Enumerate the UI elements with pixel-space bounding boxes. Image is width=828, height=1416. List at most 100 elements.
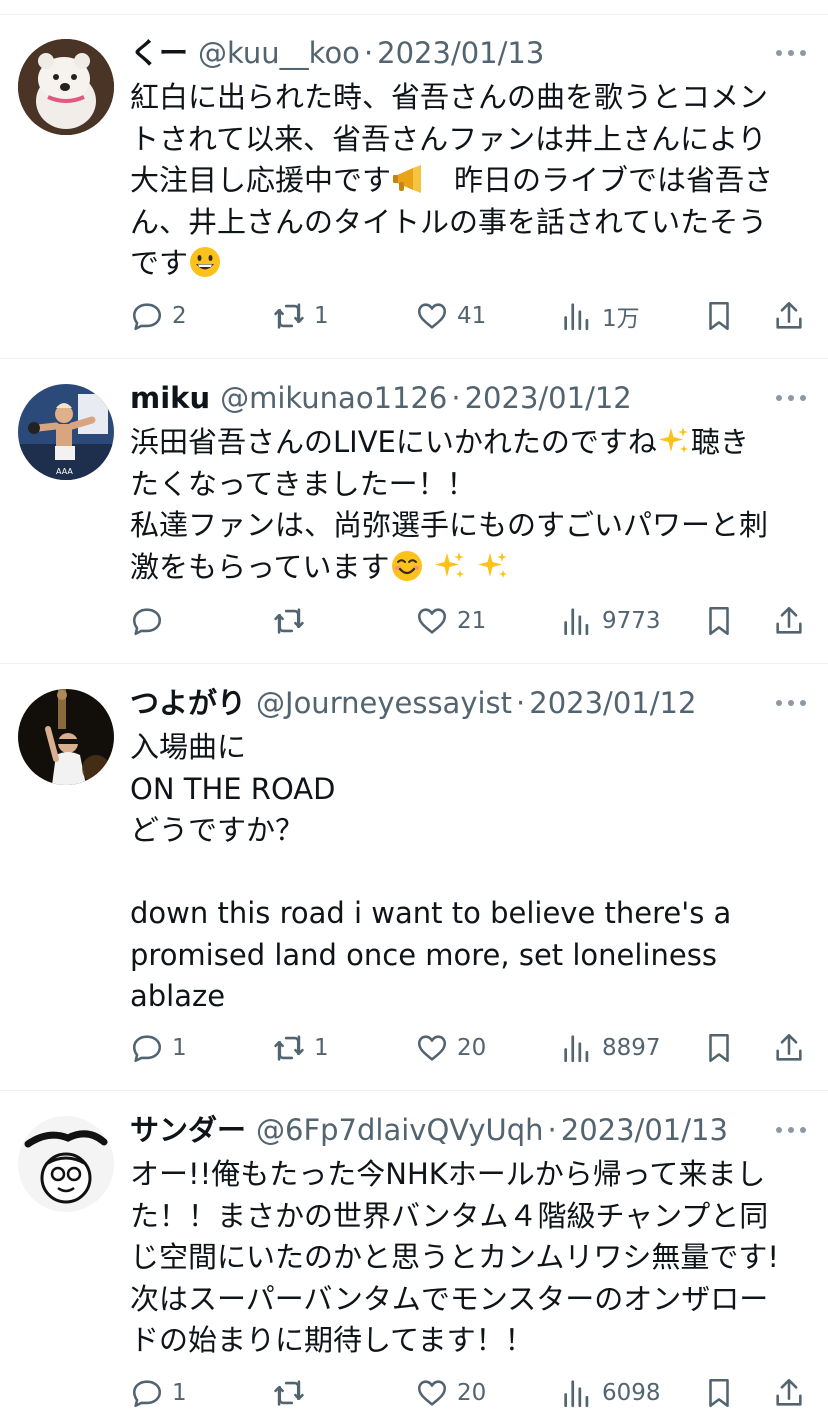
share-button[interactable] [772,601,806,641]
text-line: です [130,246,189,280]
grinning-face-icon [190,247,221,277]
text-line: ドの始まりに期待してます！！ [130,1323,534,1357]
text-line: じ空間にいたのかと思うとカンムリワシ無量です! [130,1240,780,1274]
tweet-mikunao1126[interactable]: AAA miku @mikunao1126 · 2023/01/12 浜田省吾さ… [0,360,828,664]
display-name[interactable]: miku [130,378,210,418]
reply-count: 1 [172,1035,187,1061]
avatar[interactable] [18,689,114,785]
like-button[interactable]: 20 [415,1373,486,1413]
reply-icon [132,608,162,636]
like-count: 20 [457,1380,487,1406]
more-icon[interactable] [776,697,806,709]
text-line: 激をもらっています [130,549,390,584]
text-line: た！！まさかの世界バンタム４階級チャンプと同 [130,1198,769,1233]
like-count: 20 [457,1035,487,1061]
tweet-actions: 21 9773 [0,601,828,641]
text-line: 私達ファンは、尚弥選手にものすごいパワーと刺 [130,508,769,542]
tweet-kuu-koo[interactable]: くー @kuu__koo · 2023/01/13 紅白に出られた時、省吾さんの… [0,15,828,359]
like-button[interactable]: 21 [415,601,486,641]
views-icon [564,608,589,636]
display-name[interactable]: くー [130,33,188,73]
user-handle[interactable]: @mikunao1126 [220,378,447,418]
views-button[interactable]: 9773 [560,601,661,641]
separator: · [547,1113,557,1147]
tweet-header: つよがり @Journeyessayist · 2023/01/12 [130,683,768,723]
like-button[interactable]: 41 [415,296,486,336]
user-handle[interactable]: @6Fp7dlaivQVyUqh [256,1110,544,1150]
retweet-button[interactable] [272,1373,314,1413]
share-icon [776,301,802,329]
smiling-face-icon [391,550,422,581]
view-count: 9773 [602,608,661,634]
separator: · [363,36,374,70]
user-handle[interactable]: @Journeyessayist [256,683,512,723]
tweet-date[interactable]: 2023/01/13 [561,1110,728,1150]
retweet-icon [274,608,304,634]
bookmark-button[interactable] [702,296,736,336]
sparkles-icon [658,427,688,453]
text-line: 浜田省吾さんのLIVEにいかれたのですね [130,425,657,459]
bookmark-button[interactable] [702,1373,736,1413]
display-name[interactable]: つよがり [130,683,246,723]
user-handle[interactable]: @kuu__koo [198,33,360,73]
bookmark-button[interactable] [702,601,736,641]
share-button[interactable] [772,1373,806,1413]
share-icon [776,1033,802,1061]
view-count: 1万 [602,306,640,332]
sparkles-icon [478,551,507,578]
views-icon [564,1035,589,1063]
retweet-button[interactable]: 1 [272,1028,329,1068]
tweet-text: 入場曲に ON THE ROAD どうですか？ down this road i… [130,727,802,1018]
reply-icon [132,303,162,331]
text-line: オー!!俺もたった今NHKホールから帰って来まし [130,1157,766,1191]
text-line: down this road i want to believe there's… [130,896,732,930]
reply-button[interactable]: 1 [130,1373,187,1413]
retweet-button[interactable] [272,601,314,641]
like-button[interactable]: 20 [415,1028,486,1068]
like-count: 21 [457,608,487,634]
reply-button[interactable] [130,601,172,641]
text-line: 紅白に出られた時、省吾さんの曲を歌うとコメン [130,80,769,114]
more-icon[interactable] [776,392,806,404]
views-button[interactable]: 8897 [560,1028,661,1068]
tweet-actions: 2 1 41 1万 [0,296,828,336]
avatar[interactable] [18,1116,114,1212]
avatar[interactable]: AAA [18,384,114,480]
tweet-6fp7dlaivqvyuqh[interactable]: サンダー @6Fp7dlaivQVyUqh · 2023/01/13 オー!!俺… [0,1092,828,1416]
views-button[interactable]: 1万 [560,296,640,336]
views-button[interactable]: 6098 [560,1373,661,1413]
reply-icon [132,1380,162,1408]
separator: · [516,686,526,720]
tweet-header: サンダー @6Fp7dlaivQVyUqh · 2023/01/13 [130,1110,768,1150]
tweet-date[interactable]: 2023/01/12 [529,683,696,723]
reply-button[interactable]: 2 [130,296,187,336]
display-name[interactable]: サンダー [130,1110,246,1150]
text-line: ablaze [130,979,226,1013]
reply-button[interactable]: 1 [130,1028,187,1068]
tweet-journeyessayist[interactable]: つよがり @Journeyessayist · 2023/01/12 入場曲に … [0,665,828,1091]
share-button[interactable] [772,296,806,336]
text-line: トされて以来、省吾さんファンは井上さんにより [130,121,767,156]
more-icon[interactable] [776,1124,806,1136]
sparkles-icon [434,551,464,578]
like-icon [417,608,447,634]
like-count: 41 [457,303,487,329]
tweet-actions: 1 1 20 8897 [0,1028,828,1068]
tweet-date[interactable]: 2023/01/12 [465,378,632,418]
more-icon[interactable] [776,47,806,59]
retweet-button[interactable]: 1 [272,296,329,336]
tweet-header: くー @kuu__koo · 2023/01/13 [130,33,768,73]
avatar[interactable] [18,39,114,135]
megaphone-icon [393,165,422,193]
tweet-text: 浜田省吾さんのLIVEにいかれたのですね 聴き たくなってきましたー！！ 私達ファ… [130,422,802,588]
text-line: promised land once more, set loneliness [130,937,717,972]
bookmark-button[interactable] [702,1028,736,1068]
text-line: 次はスーパーバンタムでモンスターのオンザロー [130,1281,769,1316]
like-icon [417,1035,447,1061]
reply-count: 1 [172,1380,187,1406]
share-button[interactable] [772,1028,806,1068]
tweet-date[interactable]: 2023/01/13 [377,33,544,73]
text-line: ん、井上さんのタイトルの事を話されていたそう [130,204,768,239]
text-line: どうですか？ [130,813,305,847]
reply-count: 2 [172,303,187,329]
